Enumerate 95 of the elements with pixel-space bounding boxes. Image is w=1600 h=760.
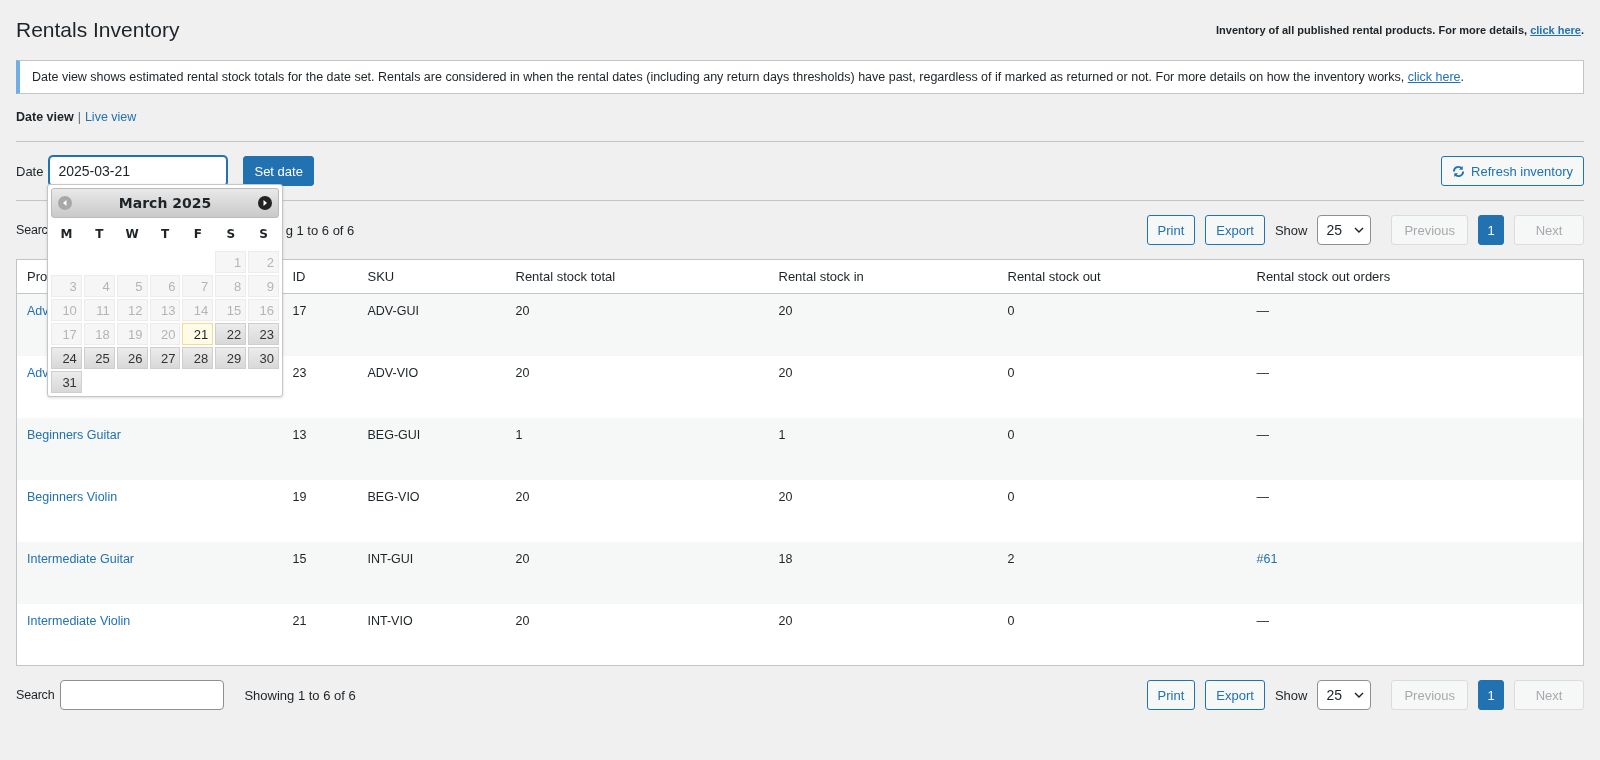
table-cell: 17: [282, 293, 358, 356]
table-cell: BEG-VIO: [357, 479, 506, 542]
table-cell: 20: [768, 479, 998, 542]
search-field[interactable]: [60, 680, 225, 710]
chevron-down-icon: [1354, 227, 1365, 233]
search-label: Searc: [16, 223, 48, 237]
table-cell: 20: [768, 355, 998, 418]
empty-dash: —: [1256, 489, 1269, 504]
calendar-day[interactable]: 25: [83, 347, 115, 369]
table-cell: INT-GUI: [357, 541, 506, 604]
table-cell: INT-VIO: [357, 603, 506, 666]
page-size-select[interactable]: 25: [1317, 215, 1372, 245]
table-cell: 19: [282, 479, 358, 542]
chevron-down-icon: [1354, 692, 1365, 698]
table-cell: 20: [768, 603, 998, 666]
column-header: Rental stock out orders: [1246, 259, 1584, 294]
calendar-day[interactable]: 29: [215, 347, 247, 369]
weekday-label: F: [192, 226, 203, 243]
empty-dash: —: [1256, 427, 1269, 442]
calendar-day[interactable]: 23: [248, 323, 279, 345]
table-cell: 20: [768, 293, 998, 356]
view-separator: |: [77, 110, 81, 124]
empty-dash: —: [1256, 613, 1269, 628]
table-cell: 0: [997, 479, 1247, 542]
empty-dash: —: [1256, 304, 1269, 318]
search-label: Search: [16, 688, 55, 702]
table-cell: 20: [505, 293, 769, 356]
month-title: March 2025: [118, 195, 212, 211]
table-cell: 20: [505, 541, 769, 604]
set-date-button[interactable]: Set date: [243, 156, 314, 186]
table-cell: 20: [505, 355, 769, 418]
date-label: Date: [16, 163, 44, 179]
showing-status: g 1 to 6 of 6: [285, 222, 355, 238]
view-tab[interactable]: Live view: [84, 110, 137, 124]
weekday-label: S: [258, 226, 269, 243]
table-cell: ADV-VIO: [357, 355, 506, 418]
refresh-icon: [1452, 164, 1466, 178]
click-here-link[interactable]: click here: [1530, 24, 1581, 36]
click-here-link[interactable]: click here: [1407, 70, 1461, 84]
column-header: Rental stock out: [997, 259, 1247, 294]
show-label: Show: [1274, 222, 1308, 238]
date-field[interactable]: 2025-03-21: [49, 156, 228, 186]
table-cell: 0: [997, 355, 1247, 418]
table-cell: 1: [505, 417, 769, 480]
table-cell: BEG-GUI: [357, 417, 506, 480]
show-label: Show: [1274, 687, 1308, 703]
table-cell: 18: [768, 541, 998, 604]
header-note: Inventory of all published rental products. For more details, click here.: [1216, 24, 1584, 36]
column-header: Rental stock total: [505, 259, 769, 294]
empty-dash: —: [1256, 365, 1269, 380]
calendar-day[interactable]: 28: [182, 347, 214, 369]
table-cell: 1: [768, 417, 998, 480]
calendar-day[interactable]: 30: [248, 347, 279, 369]
export-button[interactable]: Export: [1205, 215, 1265, 245]
calendar-day[interactable]: 26: [116, 347, 148, 369]
page-button[interactable]: 1: [1478, 680, 1504, 710]
calendar-day[interactable]: 21: [182, 323, 214, 345]
next-month-icon[interactable]: [258, 196, 272, 210]
table-cell: 20: [505, 479, 769, 542]
table-cell: 21: [282, 603, 358, 666]
table-cell: 0: [997, 603, 1247, 666]
calendar-day[interactable]: 31: [51, 371, 82, 393]
weekday-label: S: [225, 226, 237, 243]
table-cell: 0: [997, 293, 1247, 356]
product-link[interactable]: Intermediate Violin: [27, 613, 131, 628]
column-header: Rental stock in: [768, 259, 998, 294]
weekday-label: M: [59, 226, 74, 243]
table-cell: 20: [505, 603, 769, 666]
export-button[interactable]: Export: [1205, 680, 1265, 710]
print-button[interactable]: Print: [1146, 215, 1196, 245]
page-button[interactable]: 1: [1478, 215, 1504, 245]
weekday-label: W: [124, 226, 140, 243]
refresh-inventory-button[interactable]: Refresh inventory: [1441, 156, 1584, 186]
table-cell: 23: [282, 355, 358, 418]
product-link[interactable]: Beginners Violin: [27, 489, 118, 504]
info-notice: Date view shows estimated rental stock totals for the date set. Rentals are considered in when the rental dates (including any return days thresholds) have past, regardless of if marked as returned or not. For more details on how the inventory works, click here.: [16, 60, 1584, 94]
showing-status: Showing 1 to 6 of 6: [244, 687, 356, 703]
view-tab[interactable]: Date view: [16, 110, 74, 124]
table-cell: 2: [997, 541, 1247, 604]
page-size-select[interactable]: 25: [1317, 680, 1372, 710]
table-cell: 15: [282, 541, 358, 604]
table-cell: 13: [282, 417, 358, 480]
weekday-label: T: [159, 226, 171, 243]
calendar-day[interactable]: 27: [149, 347, 181, 369]
column-header: SKU: [357, 259, 506, 294]
product-link[interactable]: Beginners Guitar: [27, 427, 121, 442]
page-title: Rentals Inventory: [16, 18, 180, 42]
calendar-day[interactable]: 24: [51, 347, 82, 369]
weekday-label: T: [94, 226, 105, 243]
calendar-day[interactable]: 22: [215, 323, 247, 345]
product-link[interactable]: Intermediate Guitar: [27, 551, 134, 566]
print-button[interactable]: Print: [1146, 680, 1196, 710]
table-cell: ADV-GUI: [357, 293, 506, 356]
table-cell: 0: [997, 417, 1247, 480]
order-link[interactable]: #61: [1256, 551, 1278, 566]
